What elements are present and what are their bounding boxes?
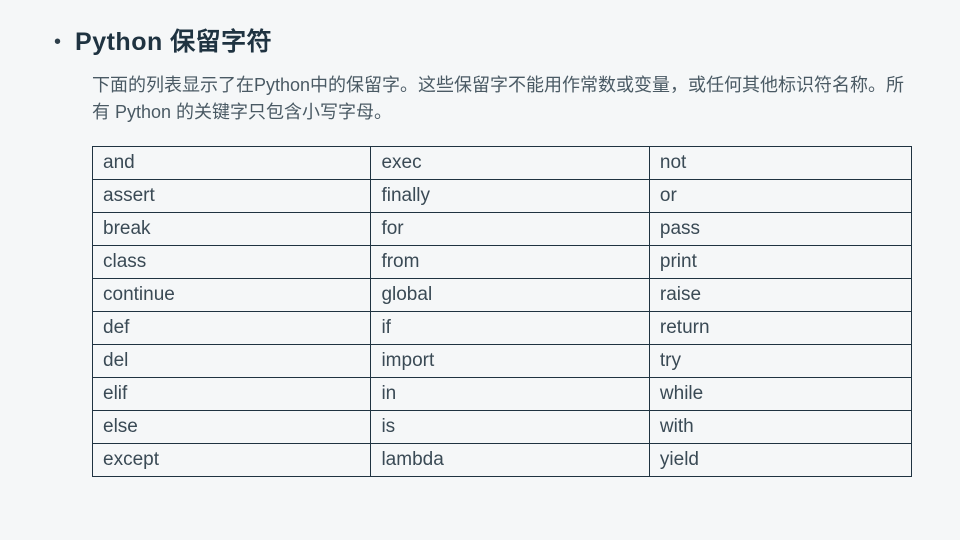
table-row: breakforpass (93, 213, 912, 246)
table-cell: or (649, 180, 911, 213)
table-row: elifinwhile (93, 378, 912, 411)
heading-row: • Python 保留字符 (54, 22, 912, 58)
table-cell: global (371, 279, 649, 312)
table-row: delimporttry (93, 345, 912, 378)
page-title: Python 保留字符 (75, 22, 272, 58)
table-cell: pass (649, 213, 911, 246)
table-cell: while (649, 378, 911, 411)
table-cell: elif (93, 378, 371, 411)
table-cell: class (93, 246, 371, 279)
table-row: elseiswith (93, 411, 912, 444)
table-cell: with (649, 411, 911, 444)
table-cell: and (93, 147, 371, 180)
table-cell: continue (93, 279, 371, 312)
keywords-table: andexecnotassertfinallyorbreakforpasscla… (92, 146, 912, 477)
table-cell: for (371, 213, 649, 246)
table-cell: del (93, 345, 371, 378)
table-cell: except (93, 444, 371, 477)
table-row: classfromprint (93, 246, 912, 279)
table-cell: yield (649, 444, 911, 477)
table-cell: from (371, 246, 649, 279)
table-cell: in (371, 378, 649, 411)
table-row: defifreturn (93, 312, 912, 345)
table-cell: finally (371, 180, 649, 213)
bullet-icon: • (54, 32, 61, 52)
table-cell: assert (93, 180, 371, 213)
table-row: exceptlambdayield (93, 444, 912, 477)
table-cell: else (93, 411, 371, 444)
table-cell: if (371, 312, 649, 345)
table-cell: is (371, 411, 649, 444)
table-cell: return (649, 312, 911, 345)
table-cell: not (649, 147, 911, 180)
table-cell: exec (371, 147, 649, 180)
table-cell: try (649, 345, 911, 378)
table-cell: lambda (371, 444, 649, 477)
description-text: 下面的列表显示了在Python中的保留字。这些保留字不能用作常数或变量，或任何其… (92, 72, 912, 126)
table-cell: print (649, 246, 911, 279)
table-cell: import (371, 345, 649, 378)
table-row: assertfinallyor (93, 180, 912, 213)
table-row: andexecnot (93, 147, 912, 180)
table-cell: break (93, 213, 371, 246)
table-cell: raise (649, 279, 911, 312)
table-row: continueglobalraise (93, 279, 912, 312)
table-cell: def (93, 312, 371, 345)
